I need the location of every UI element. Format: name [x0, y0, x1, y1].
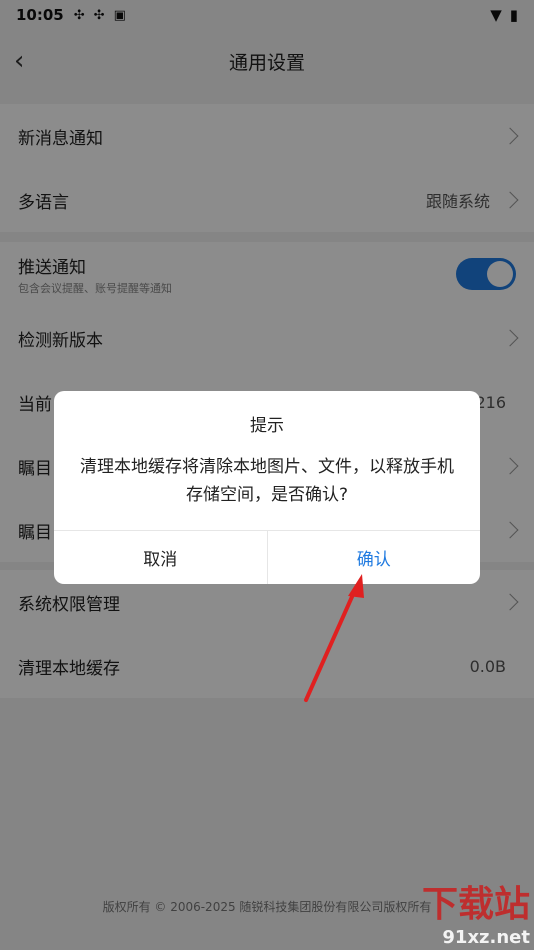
annotation-arrow-shaft: [304, 588, 357, 702]
watermark-text: 下载站: [421, 884, 530, 925]
annotation-arrow-head: [348, 574, 364, 598]
watermark-url: 91xz.net: [442, 927, 530, 948]
watermark-logo: 下载站 91xz.net: [422, 875, 530, 948]
annotation-arrow: [304, 574, 364, 702]
